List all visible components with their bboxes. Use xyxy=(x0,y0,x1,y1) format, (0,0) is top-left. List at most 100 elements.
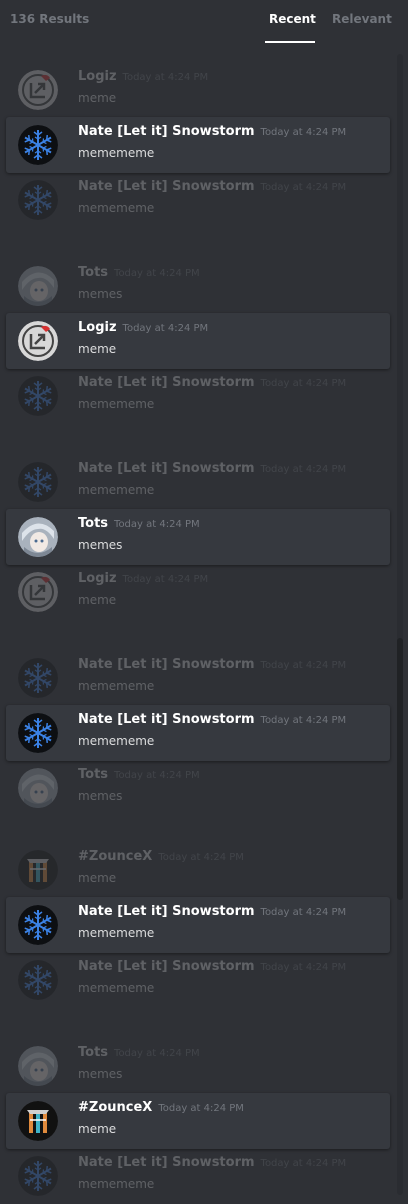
message-author[interactable]: Nate [Let it] Snowstorm Today at 4:24 PM xyxy=(78,657,346,672)
snowflake-avatar-icon[interactable] xyxy=(18,1156,58,1196)
message-author[interactable]: Nate [Let it] Snowstorm Today at 4:24 PM xyxy=(78,124,346,139)
message-content: memes xyxy=(78,538,123,552)
search-result-message[interactable]: Nate [Let it] Snowstorm Today at 4:24 PM m… xyxy=(6,117,390,173)
author-name[interactable]: Logiz xyxy=(78,320,117,335)
zouncex-avatar-icon[interactable] xyxy=(18,1101,58,1141)
message-author[interactable]: Tots Today at 4:24 PM xyxy=(78,516,200,531)
author-name[interactable]: Tots xyxy=(78,767,108,782)
message-author[interactable]: Tots Today at 4:24 PM xyxy=(78,265,200,280)
message-author[interactable]: #ZounceX Today at 4:24 PM xyxy=(78,1100,244,1115)
message-content: memememe xyxy=(78,926,155,940)
message-timestamp: Today at 4:24 PM xyxy=(260,962,347,973)
context-message[interactable]: Tots Today at 4:24 PM memes xyxy=(6,258,390,314)
scrollbar-track[interactable] xyxy=(397,54,403,1195)
message-timestamp: Today at 4:24 PM xyxy=(260,715,347,726)
scrollbar-thumb[interactable] xyxy=(397,638,403,900)
author-name[interactable]: Tots xyxy=(78,265,108,280)
snowflake-avatar-icon[interactable] xyxy=(18,125,58,165)
message-author[interactable]: Tots Today at 4:24 PM xyxy=(78,1045,200,1060)
context-message[interactable]: Nate [Let it] Snowstorm Today at 4:24 PM m… xyxy=(6,1148,390,1204)
tots-avatar-icon[interactable] xyxy=(18,266,58,306)
message-timestamp: Today at 4:24 PM xyxy=(122,574,209,585)
logiz-avatar-icon[interactable] xyxy=(18,321,58,361)
message-content: meme xyxy=(78,91,117,105)
tots-avatar-icon[interactable] xyxy=(18,768,58,808)
snowflake-avatar-icon[interactable] xyxy=(18,960,58,1000)
message-author[interactable]: Nate [Let it] Snowstorm Today at 4:24 PM xyxy=(78,959,346,974)
context-message[interactable]: Nate [Let it] Snowstorm Today at 4:24 PM m… xyxy=(6,650,390,706)
author-name[interactable]: Nate [Let it] Snowstorm xyxy=(78,375,255,390)
message-author[interactable]: Nate [Let it] Snowstorm Today at 4:24 PM xyxy=(78,1155,346,1170)
message-timestamp: Today at 4:24 PM xyxy=(158,1103,244,1114)
context-message[interactable]: Nate [Let it] Snowstorm Today at 4:24 PM m… xyxy=(6,952,390,1008)
search-result-message[interactable]: Logiz Today at 4:24 PM meme xyxy=(6,313,390,369)
author-name[interactable]: Nate [Let it] Snowstorm xyxy=(78,657,255,672)
author-name[interactable]: Tots xyxy=(78,1045,108,1060)
zouncex-avatar-icon[interactable] xyxy=(18,850,58,890)
snowflake-avatar-icon[interactable] xyxy=(18,462,58,502)
message-author[interactable]: Nate [Let it] Snowstorm Today at 4:24 PM xyxy=(78,179,346,194)
message-timestamp: Today at 4:24 PM xyxy=(158,852,244,863)
message-author[interactable]: Logiz Today at 4:24 PM xyxy=(78,571,208,586)
logiz-avatar-icon[interactable] xyxy=(18,70,58,110)
message-content: memememe xyxy=(78,1177,155,1191)
author-name[interactable]: Logiz xyxy=(78,571,117,586)
context-message[interactable]: #ZounceX Today at 4:24 PM meme xyxy=(6,842,390,898)
author-name[interactable]: Nate [Let it] Snowstorm xyxy=(78,712,255,727)
message-author[interactable]: Tots Today at 4:24 PM xyxy=(78,767,200,782)
message-author[interactable]: Logiz Today at 4:24 PM xyxy=(78,69,208,84)
search-results-list[interactable]: Logiz Today at 4:24 PM meme Nate [Let it] S… xyxy=(0,44,396,1196)
context-message[interactable]: Nate [Let it] Snowstorm Today at 4:24 PM m… xyxy=(6,454,390,510)
logiz-avatar-icon[interactable] xyxy=(18,572,58,612)
message-timestamp: Today at 4:24 PM xyxy=(260,464,347,475)
results-count: 136 Results xyxy=(10,12,90,26)
snowflake-avatar-icon[interactable] xyxy=(18,658,58,698)
author-name[interactable]: Nate [Let it] Snowstorm xyxy=(78,1155,255,1170)
author-name[interactable]: #ZounceX xyxy=(78,849,152,864)
author-name[interactable]: Nate [Let it] Snowstorm xyxy=(78,179,255,194)
message-author[interactable]: Logiz Today at 4:24 PM xyxy=(78,320,208,335)
author-name[interactable]: Logiz xyxy=(78,69,117,84)
message-author[interactable]: Nate [Let it] Snowstorm Today at 4:24 PM xyxy=(78,712,346,727)
tab-recent[interactable]: Recent xyxy=(269,12,316,26)
context-message[interactable]: Nate [Let it] Snowstorm Today at 4:24 PM m… xyxy=(6,368,390,424)
author-name[interactable]: Nate [Let it] Snowstorm xyxy=(78,959,255,974)
author-name[interactable]: Nate [Let it] Snowstorm xyxy=(78,904,255,919)
message-content: memememe xyxy=(78,981,155,995)
message-timestamp: Today at 4:24 PM xyxy=(260,660,347,671)
message-timestamp: Today at 4:24 PM xyxy=(260,378,347,389)
message-content: memes xyxy=(78,287,123,301)
snowflake-avatar-icon[interactable] xyxy=(18,376,58,416)
search-results-header: 136 Results Recent Relevant xyxy=(0,0,408,44)
message-content: memes xyxy=(78,789,123,803)
context-message[interactable]: Nate [Let it] Snowstorm Today at 4:24 PM m… xyxy=(6,172,390,228)
message-author[interactable]: #ZounceX Today at 4:24 PM xyxy=(78,849,244,864)
snowflake-avatar-icon[interactable] xyxy=(18,713,58,753)
message-timestamp: Today at 4:24 PM xyxy=(114,770,200,781)
context-message[interactable]: Logiz Today at 4:24 PM meme xyxy=(6,564,390,620)
snowflake-avatar-icon[interactable] xyxy=(18,905,58,945)
message-author[interactable]: Nate [Let it] Snowstorm Today at 4:24 PM xyxy=(78,375,346,390)
snowflake-avatar-icon[interactable] xyxy=(18,180,58,220)
context-message[interactable]: Tots Today at 4:24 PM memes xyxy=(6,1038,390,1094)
tab-relevant[interactable]: Relevant xyxy=(332,12,392,26)
message-author[interactable]: Nate [Let it] Snowstorm Today at 4:24 PM xyxy=(78,904,346,919)
search-result-message[interactable]: #ZounceX Today at 4:24 PM meme xyxy=(6,1093,390,1149)
search-result-message[interactable]: Tots Today at 4:24 PM memes xyxy=(6,509,390,565)
author-name[interactable]: #ZounceX xyxy=(78,1100,152,1115)
author-name[interactable]: Nate [Let it] Snowstorm xyxy=(78,461,255,476)
context-message[interactable]: Tots Today at 4:24 PM memes xyxy=(6,760,390,816)
message-content: memememe xyxy=(78,483,155,497)
message-author[interactable]: Nate [Let it] Snowstorm Today at 4:24 PM xyxy=(78,461,346,476)
search-result-message[interactable]: Nate [Let it] Snowstorm Today at 4:24 PM m… xyxy=(6,705,390,761)
message-timestamp: Today at 4:24 PM xyxy=(260,907,347,918)
search-result-message[interactable]: Nate [Let it] Snowstorm Today at 4:24 PM m… xyxy=(6,897,390,953)
tots-avatar-icon[interactable] xyxy=(18,1046,58,1086)
author-name[interactable]: Nate [Let it] Snowstorm xyxy=(78,124,255,139)
message-timestamp: Today at 4:24 PM xyxy=(260,1158,347,1169)
tots-avatar-icon[interactable] xyxy=(18,517,58,557)
message-content: memememe xyxy=(78,734,155,748)
message-content: memememe xyxy=(78,201,155,215)
author-name[interactable]: Tots xyxy=(78,516,108,531)
context-message[interactable]: Logiz Today at 4:24 PM meme xyxy=(6,62,390,118)
